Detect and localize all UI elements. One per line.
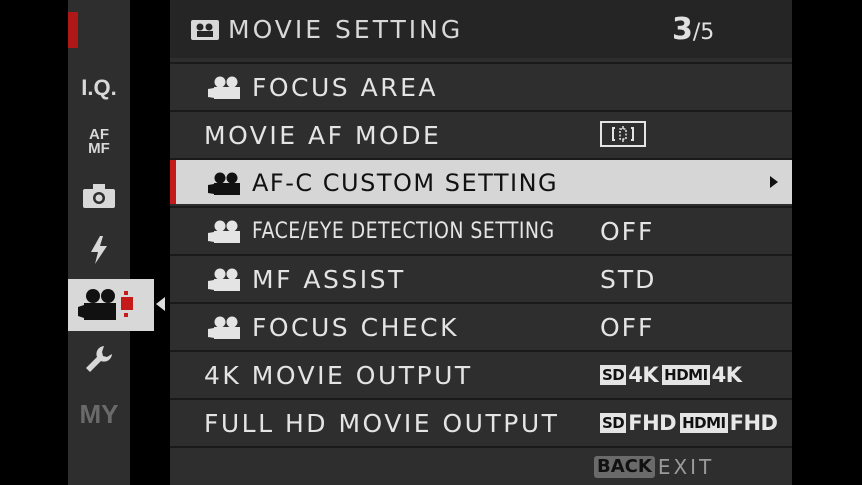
output-value: SD FHD HDMI FHD: [600, 411, 782, 435]
sidebar-item-image-quality[interactable]: I.Q.: [68, 64, 130, 112]
menu-item-face-eye-detection[interactable]: FACE/EYE DETECTION SETTING OFF: [170, 206, 792, 252]
menu-item-movie-af-mode[interactable]: MOVIE AF MODE: [170, 110, 792, 156]
menu-item-label: AF-C CUSTOM SETTING: [252, 169, 559, 197]
sidebar-item-flash[interactable]: [68, 226, 130, 274]
sidebar-item-my-menu[interactable]: MY: [68, 390, 130, 438]
menu-item-value: STD: [600, 265, 657, 294]
movie-camera-icon: [208, 316, 240, 339]
menu-item-full-hd-movie-output[interactable]: FULL HD MOVIE OUTPUT SD FHD HDMI FHD: [170, 398, 792, 444]
selection-indicator: [170, 160, 176, 204]
page-total: 5: [700, 20, 715, 45]
movie-camera-icon: [208, 76, 240, 99]
menu-item-label: FULL HD MOVIE OUTPUT: [204, 409, 560, 438]
menu-item-value: OFF: [600, 313, 655, 342]
sidebar-item-af-mf[interactable]: AF MF: [68, 118, 130, 166]
movie-camera-icon: [78, 289, 133, 320]
movie-camera-icon: [208, 268, 240, 291]
menu-item-value: OFF: [600, 217, 655, 246]
sidebar-item-label: I.Q.: [81, 75, 117, 100]
page-indicator: 3/5: [672, 12, 714, 47]
menu-item-label: 4K MOVIE OUTPUT: [204, 361, 473, 390]
back-button-icon: BACK: [594, 456, 655, 478]
menu-item-label: FACE/EYE DETECTION SETTING: [252, 219, 555, 244]
sd-card-icon: SD: [600, 413, 627, 433]
sidebar-item-label: MY: [79, 398, 119, 429]
af-area-icon: [600, 121, 646, 147]
menu-item-label: FOCUS CHECK: [252, 313, 460, 342]
menu-item-focus-check[interactable]: FOCUS CHECK OFF: [170, 302, 792, 348]
page-current: 3: [672, 12, 693, 47]
camera-icon: [83, 184, 115, 208]
menu-item-label: MF ASSIST: [252, 265, 406, 294]
hdmi-output-value: 4K: [711, 363, 742, 387]
output-value: SD 4K HDMI 4K: [600, 363, 746, 387]
menu-item-4k-movie-output[interactable]: 4K MOVIE OUTPUT SD 4K HDMI 4K: [170, 350, 792, 396]
hdmi-output-value: FHD: [729, 411, 778, 435]
movie-camera-icon: [208, 220, 240, 243]
sidebar-item-shooting[interactable]: [68, 172, 130, 220]
sidebar-item-setup[interactable]: [68, 335, 130, 383]
flash-icon: [91, 236, 107, 264]
menu-item-afc-custom-setting[interactable]: AF-C CUSTOM SETTING: [170, 158, 792, 204]
exit-label: EXIT: [657, 455, 715, 479]
movie-icon: [191, 20, 219, 40]
hdmi-icon: HDMI: [662, 365, 710, 385]
tab-indicator: [68, 12, 78, 48]
footer-hint[interactable]: BACK EXIT: [594, 455, 714, 479]
sd-output-value: FHD: [628, 411, 677, 435]
page-title: MOVIE SETTING: [228, 15, 464, 44]
sd-output-value: 4K: [628, 363, 659, 387]
menu-item-label: MOVIE AF MODE: [204, 121, 442, 150]
af-mf-icon: AF MF: [88, 126, 110, 157]
menu-item-mf-assist[interactable]: MF ASSIST STD: [170, 254, 792, 300]
menu-item-focus-area[interactable]: FOCUS AREA: [170, 62, 792, 108]
movie-camera-icon: [208, 172, 240, 195]
wrench-icon: [86, 346, 112, 372]
menu-item-label: FOCUS AREA: [252, 73, 438, 102]
submenu-arrow-icon: [770, 176, 778, 188]
active-tab-caret-icon: [156, 297, 165, 311]
sd-card-icon: SD: [600, 365, 627, 385]
hdmi-icon: HDMI: [680, 413, 728, 433]
sidebar-item-movie[interactable]: [68, 279, 154, 331]
